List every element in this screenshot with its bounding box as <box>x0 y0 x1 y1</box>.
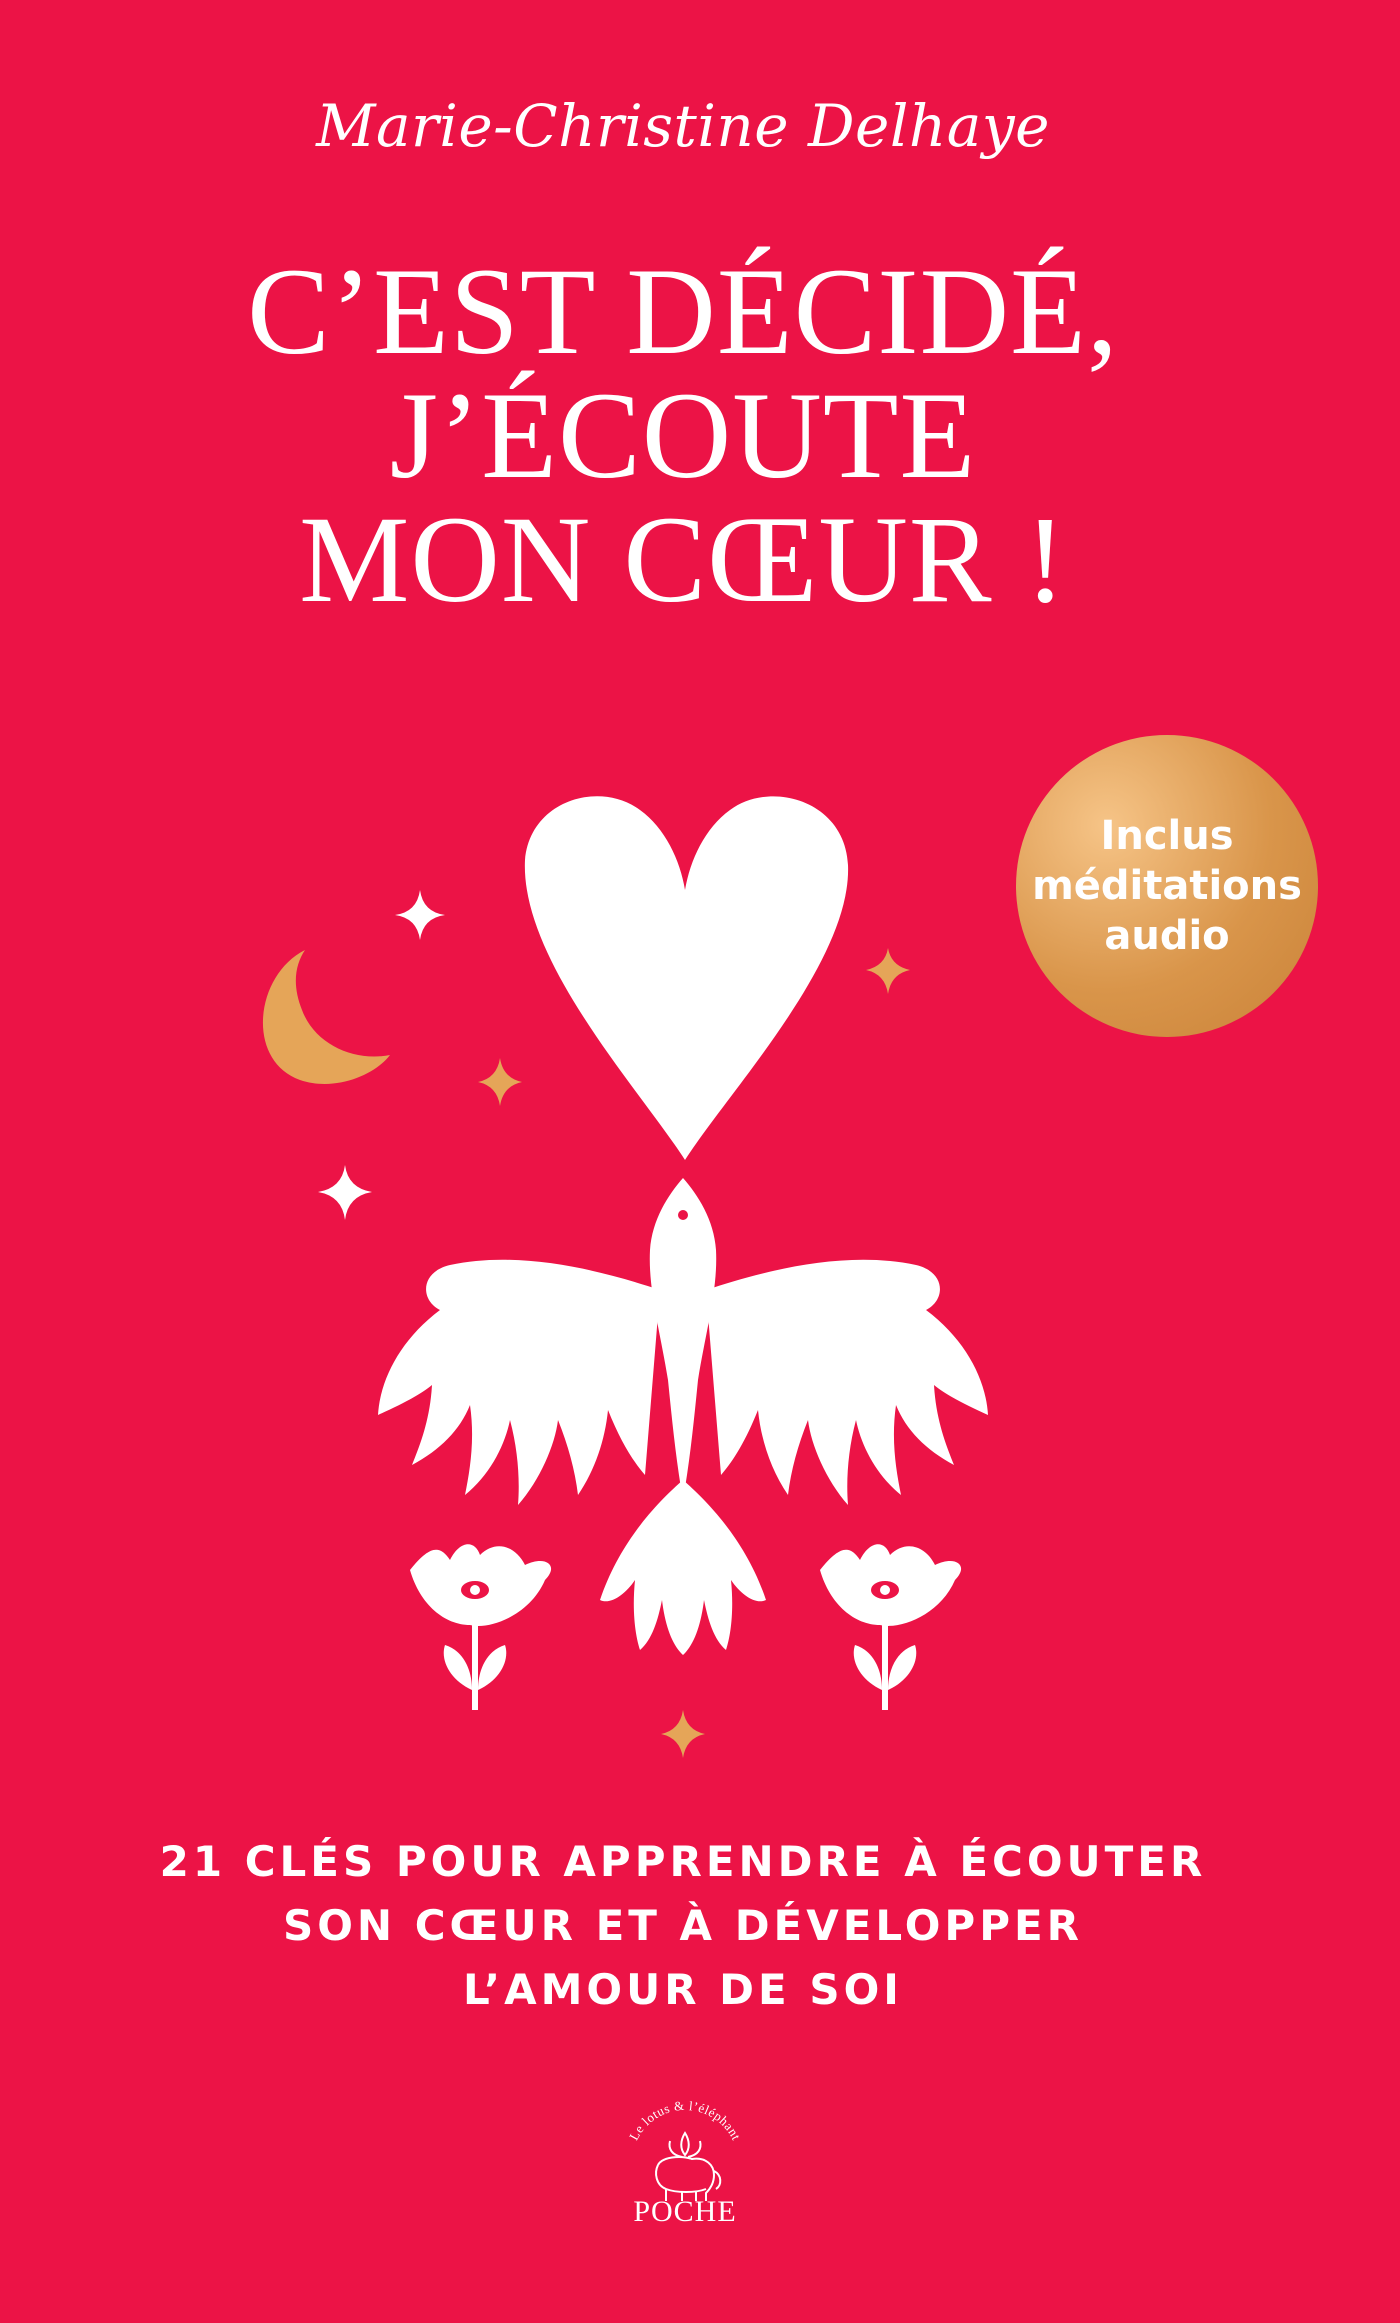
badge-line-1: Inclus <box>1100 813 1234 859</box>
audio-meditation-badge: Inclus méditations audio <box>1016 735 1318 1037</box>
title-line-3: MON CŒUR ! <box>299 491 1067 628</box>
title-line-1: C’EST DÉCIDÉ, <box>247 243 1119 380</box>
book-subtitle: 21 CLÉS POUR APPRENDRE À ÉCOUTER SON CŒU… <box>0 1830 1366 2022</box>
badge-line-2: méditations <box>1032 863 1302 909</box>
sparkle-icon <box>866 948 910 994</box>
sparkle-icon <box>318 1165 372 1220</box>
publisher-label: POCHE <box>633 2195 737 2228</box>
book-title: C’EST DÉCIDÉ, J’ÉCOUTE MON CŒUR ! <box>0 250 1366 622</box>
sparkle-icon <box>661 1710 705 1758</box>
badge-line-3: audio <box>1104 913 1230 959</box>
author-name: Marie-Christine Delhaye <box>316 92 1050 160</box>
sparkle-icon <box>395 890 445 940</box>
publisher-arc-text: Le lotus & l’éléphant <box>626 2098 744 2143</box>
subtitle-line-3: L’AMOUR DE SOI <box>463 1965 903 2014</box>
title-line-2: J’ÉCOUTE <box>389 367 977 504</box>
eye-flower-icon <box>820 1544 962 1710</box>
moon-icon <box>262 950 390 1084</box>
subtitle-line-1: 21 CLÉS POUR APPRENDRE À ÉCOUTER <box>159 1837 1207 1886</box>
sparkle-icon <box>478 1058 522 1106</box>
heart-icon <box>524 796 849 1160</box>
book-cover: Marie-Christine Delhaye C’EST DÉCIDÉ, J’… <box>0 0 1400 2323</box>
eye-flower-icon <box>410 1544 552 1710</box>
subtitle-line-2: SON CŒUR ET À DÉVELOPPER <box>282 1901 1084 1950</box>
svg-text:Le lotus & l’éléphant: Le lotus & l’éléphant <box>626 2098 744 2143</box>
